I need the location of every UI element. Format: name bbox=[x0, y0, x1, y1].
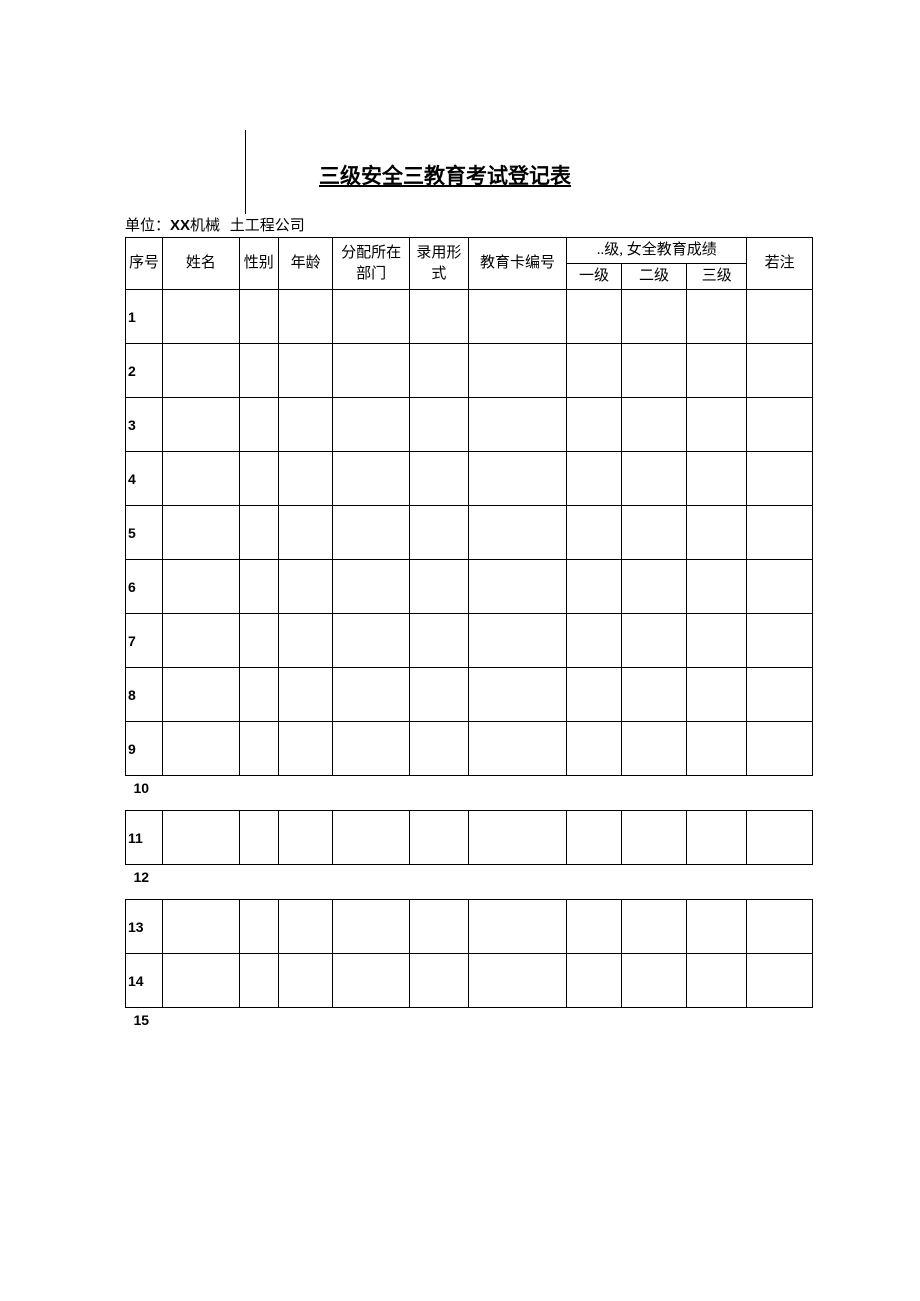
gap-label: 15 bbox=[126, 1008, 813, 1029]
page-title: 三级安全三教育考试登记表 bbox=[245, 160, 645, 190]
unit-bold: XX bbox=[170, 217, 190, 234]
header-grade-group: ..级, 女全教育成绩 bbox=[567, 238, 747, 264]
seq-cell: 14 bbox=[126, 954, 163, 1008]
registration-table: 序号 姓名 性别 年龄 分配所在 部门 录用形 式 教育卡编号 ..级, 女全教… bbox=[125, 237, 813, 1028]
table-row: 9 bbox=[126, 722, 813, 776]
table-row: 5 bbox=[126, 506, 813, 560]
gap-label: 10 bbox=[126, 776, 813, 811]
seq-cell: 1 bbox=[126, 290, 163, 344]
header-seq: 序号 bbox=[126, 238, 163, 290]
header-card: 教育卡编号 bbox=[468, 238, 566, 290]
seq-cell: 4 bbox=[126, 452, 163, 506]
seq-cell: 9 bbox=[126, 722, 163, 776]
header-dept: 分配所在 部门 bbox=[333, 238, 409, 290]
table-row: 14 bbox=[126, 954, 813, 1008]
header-hire: 录用形 式 bbox=[409, 238, 468, 290]
table-row: 6 bbox=[126, 560, 813, 614]
seq-cell: 13 bbox=[126, 900, 163, 954]
header-name: 姓名 bbox=[163, 238, 239, 290]
table-body: 1 2 3 4 5 6 7 8 9 10 11 12 13 14 15 bbox=[126, 290, 813, 1029]
seq-cell: 2 bbox=[126, 344, 163, 398]
table-row: 2 bbox=[126, 344, 813, 398]
table-row: 7 bbox=[126, 614, 813, 668]
header-dept-l1: 分配所在 bbox=[341, 245, 401, 261]
header-note: 若注 bbox=[747, 238, 813, 290]
unit-line: 单位：XX机械 土工程公司 bbox=[125, 214, 920, 235]
table-row: 1 bbox=[126, 290, 813, 344]
unit-suffix: 土工程公司 bbox=[224, 214, 305, 235]
seq-cell: 5 bbox=[126, 506, 163, 560]
seq-cell: 7 bbox=[126, 614, 163, 668]
header-hire-l1: 录用形 bbox=[416, 245, 461, 261]
gap-row: 15 bbox=[126, 1008, 813, 1029]
table-row: 11 bbox=[126, 811, 813, 865]
seq-cell: 11 bbox=[126, 811, 163, 865]
header-hire-l2: 式 bbox=[431, 266, 446, 282]
table-row: 3 bbox=[126, 398, 813, 452]
header-level1: 一级 bbox=[567, 264, 622, 290]
table-row: 4 bbox=[126, 452, 813, 506]
header-row-1: 序号 姓名 性别 年龄 分配所在 部门 录用形 式 教育卡编号 ..级, 女全教… bbox=[126, 238, 813, 264]
seq-cell: 8 bbox=[126, 668, 163, 722]
table-row: 13 bbox=[126, 900, 813, 954]
table-row: 8 bbox=[126, 668, 813, 722]
gap-label: 12 bbox=[126, 865, 813, 900]
header-level2: 二级 bbox=[621, 264, 687, 290]
seq-cell: 6 bbox=[126, 560, 163, 614]
header-dept-l2: 部门 bbox=[356, 266, 386, 282]
vertical-rule bbox=[245, 130, 246, 214]
gap-row: 10 bbox=[126, 776, 813, 811]
seq-cell: 3 bbox=[126, 398, 163, 452]
header-age: 年龄 bbox=[278, 238, 333, 290]
table-head: 序号 姓名 性别 年龄 分配所在 部门 录用形 式 教育卡编号 ..级, 女全教… bbox=[126, 238, 813, 290]
gap-row: 12 bbox=[126, 865, 813, 900]
unit-prefix: 单位： bbox=[125, 214, 170, 235]
title-container: 三级安全三教育考试登记表 bbox=[125, 160, 920, 190]
header-sex: 性别 bbox=[239, 238, 278, 290]
header-level3: 三级 bbox=[687, 264, 747, 290]
unit-mid: 机械 bbox=[190, 218, 220, 234]
